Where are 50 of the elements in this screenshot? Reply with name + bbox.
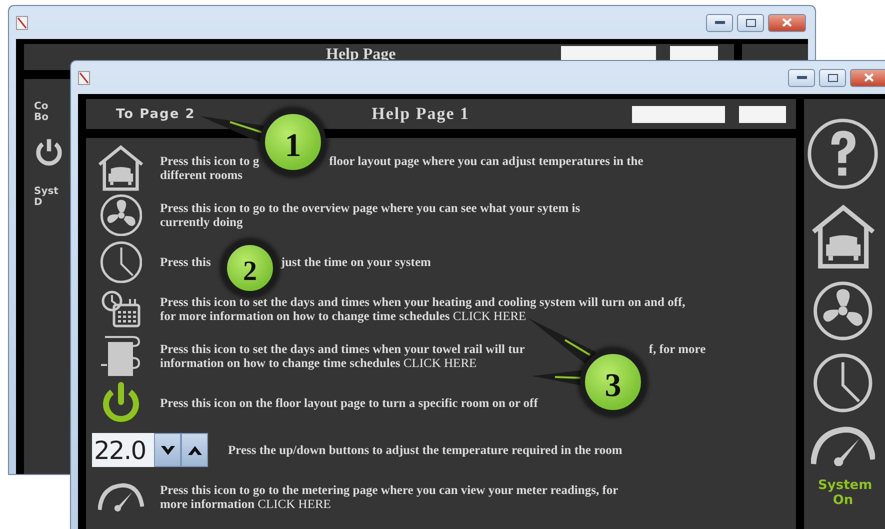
sidebar-button[interactable]: [810, 424, 876, 466]
click-here-link[interactable]: CLICK HERE: [258, 497, 331, 512]
sidebar-button[interactable]: [806, 117, 880, 191]
side-label: Co: [34, 101, 48, 112]
close-icon: [782, 18, 792, 27]
sidebar-button[interactable]: [813, 281, 873, 342]
maximize-icon: [828, 74, 838, 82]
page-title: Help Page 1: [372, 104, 471, 124]
down-button[interactable]: [154, 433, 181, 468]
power-icon: [34, 137, 64, 167]
side-label: D: [34, 197, 42, 208]
maximize-button[interactable]: [819, 68, 846, 86]
down-arrow-icon: [160, 444, 176, 456]
temperature-field[interactable]: 22.0: [92, 433, 154, 468]
help-text: Press this icon to go to the metering page where you can view your meter readings, for more information CLICK HERE: [160, 483, 618, 512]
fan-icon: [100, 194, 142, 236]
click-here-link[interactable]: CLICK HERE: [452, 309, 526, 324]
sidebar-button[interactable]: [810, 202, 876, 270]
app-icon: [16, 16, 28, 30]
minimize-icon: [796, 76, 806, 79]
help-text: Press this icon to set the days and times when your heating and cooling system will turn on and off, for more information on how to change time schedules CLICK HERE: [160, 295, 686, 324]
fan-icon: [813, 281, 873, 342]
up-button[interactable]: [181, 433, 208, 468]
clock-calendar-icon: [100, 289, 142, 330]
click-here-link[interactable]: CLICK HERE: [403, 356, 477, 370]
help-text: Press this icon on the floor layout page to turn a specific room on or off: [160, 396, 538, 410]
help-icon: [806, 117, 880, 191]
power-icon: [100, 382, 142, 424]
display-field: [738, 106, 786, 122]
maximize-icon: [746, 18, 756, 26]
house-sofa-icon: [810, 202, 876, 270]
house-sofa-icon: [97, 144, 145, 192]
gauge-icon: [98, 482, 144, 512]
help-text: Press the up/down buttons to adjust the temperature required in the room: [228, 443, 622, 458]
close-button[interactable]: [768, 14, 806, 32]
minimize-icon: [714, 21, 724, 24]
minimize-button[interactable]: [706, 14, 733, 32]
maximize-button[interactable]: [737, 14, 764, 32]
minimize-button[interactable]: [788, 68, 815, 86]
clock-icon: [813, 353, 873, 413]
app-icon: [78, 70, 90, 84]
close-button[interactable]: [850, 68, 885, 86]
gauge-icon: [810, 424, 876, 466]
close-icon: [864, 73, 874, 82]
clock-icon: [100, 240, 142, 284]
up-arrow-icon: [186, 444, 202, 456]
sidebar-button[interactable]: [813, 353, 873, 413]
side-label: Syst: [34, 186, 58, 197]
help-text: Press this icon to go to the overview page where you can see what your sytem is currently doing: [160, 201, 580, 230]
side-label: Bo: [34, 112, 48, 123]
